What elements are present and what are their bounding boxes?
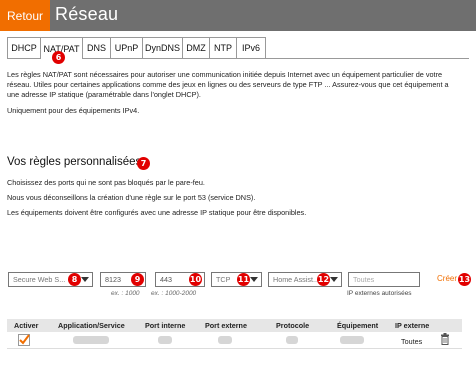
intro-line-1: Les règles NAT/PAT sont nécessaires pour… [7,70,443,79]
app-name-redacted [73,336,109,344]
create-button[interactable]: Créer [437,274,457,283]
tab-dyndns[interactable]: DynDNS [142,37,183,58]
badge-9: 9 [131,273,144,286]
equipement-redacted [340,336,364,344]
th-ip-externe: IP externe [395,321,430,330]
rules-note-1: Choisissez des ports qui ne sont pas blo… [7,178,205,187]
intro-line-2: réseau. Utiles pour certaines applicatio… [7,80,449,89]
tab-bar: DHCP NAT/PAT DNS UPnP DynDNS DMZ NTP IPv… [7,37,266,59]
badge-6: 6 [52,51,65,64]
chevron-down-icon [81,277,89,282]
device-select[interactable]: Home Assist... [268,272,342,287]
protocol-select-value: TCP [216,275,231,284]
internal-port-hint: ex. : 1000 [111,290,140,297]
protocole-redacted [286,336,298,344]
th-application: Application/Service [58,321,125,330]
th-activer: Activer [14,321,39,330]
top-bar: Retour Réseau [0,0,476,31]
badge-13: 13 [458,273,471,286]
tab-ntp[interactable]: NTP [209,37,237,58]
badge-11: 11 [237,273,250,286]
th-port-interne: Port interne [145,321,186,330]
trash-icon[interactable] [440,333,450,345]
page-title: Réseau [55,4,119,24]
port-externe-redacted [218,336,232,344]
external-ip-input[interactable]: Toutes [348,272,420,287]
service-select-value: Secure Web S... [13,275,66,284]
th-equipement: Équipement [337,321,379,330]
rules-note-2: Nous vous déconseillons la création d'un… [7,193,256,202]
badge-8: 8 [68,273,81,286]
port-interne-redacted [158,336,172,344]
back-button[interactable]: Retour [0,0,50,31]
tab-upnp[interactable]: UPnP [110,37,143,58]
chevron-down-icon [330,277,338,282]
badge-12: 12 [317,273,330,286]
rules-note-3: Les équipements doivent être configurés … [7,208,307,217]
tab-dmz[interactable]: DMZ [182,37,210,58]
rules-section-title: Vos règles personnalisées [7,156,142,168]
badge-10: 10 [189,273,202,286]
th-protocole: Protocole [276,321,310,330]
row-ip-externe: Toutes [401,337,423,346]
tab-ipv6[interactable]: IPv6 [236,37,266,58]
device-select-value: Home Assist... [273,275,319,284]
intro-line-3: une adresse IP statique (paramétrable da… [7,90,201,99]
th-port-externe: Port externe [205,321,247,330]
external-port-hint: ex. : 1000-2000 [151,290,197,297]
tab-dns[interactable]: DNS [82,37,111,58]
checkbox-checked-icon[interactable] [18,334,30,346]
badge-7: 7 [137,157,150,170]
intro-line-4: Uniquement pour des équipements IPv4. [7,106,140,115]
tab-dhcp[interactable]: DHCP [7,37,41,58]
external-ip-hint: IP externes autorisées [347,290,412,297]
row-divider [7,348,462,349]
chevron-down-icon [250,277,258,282]
